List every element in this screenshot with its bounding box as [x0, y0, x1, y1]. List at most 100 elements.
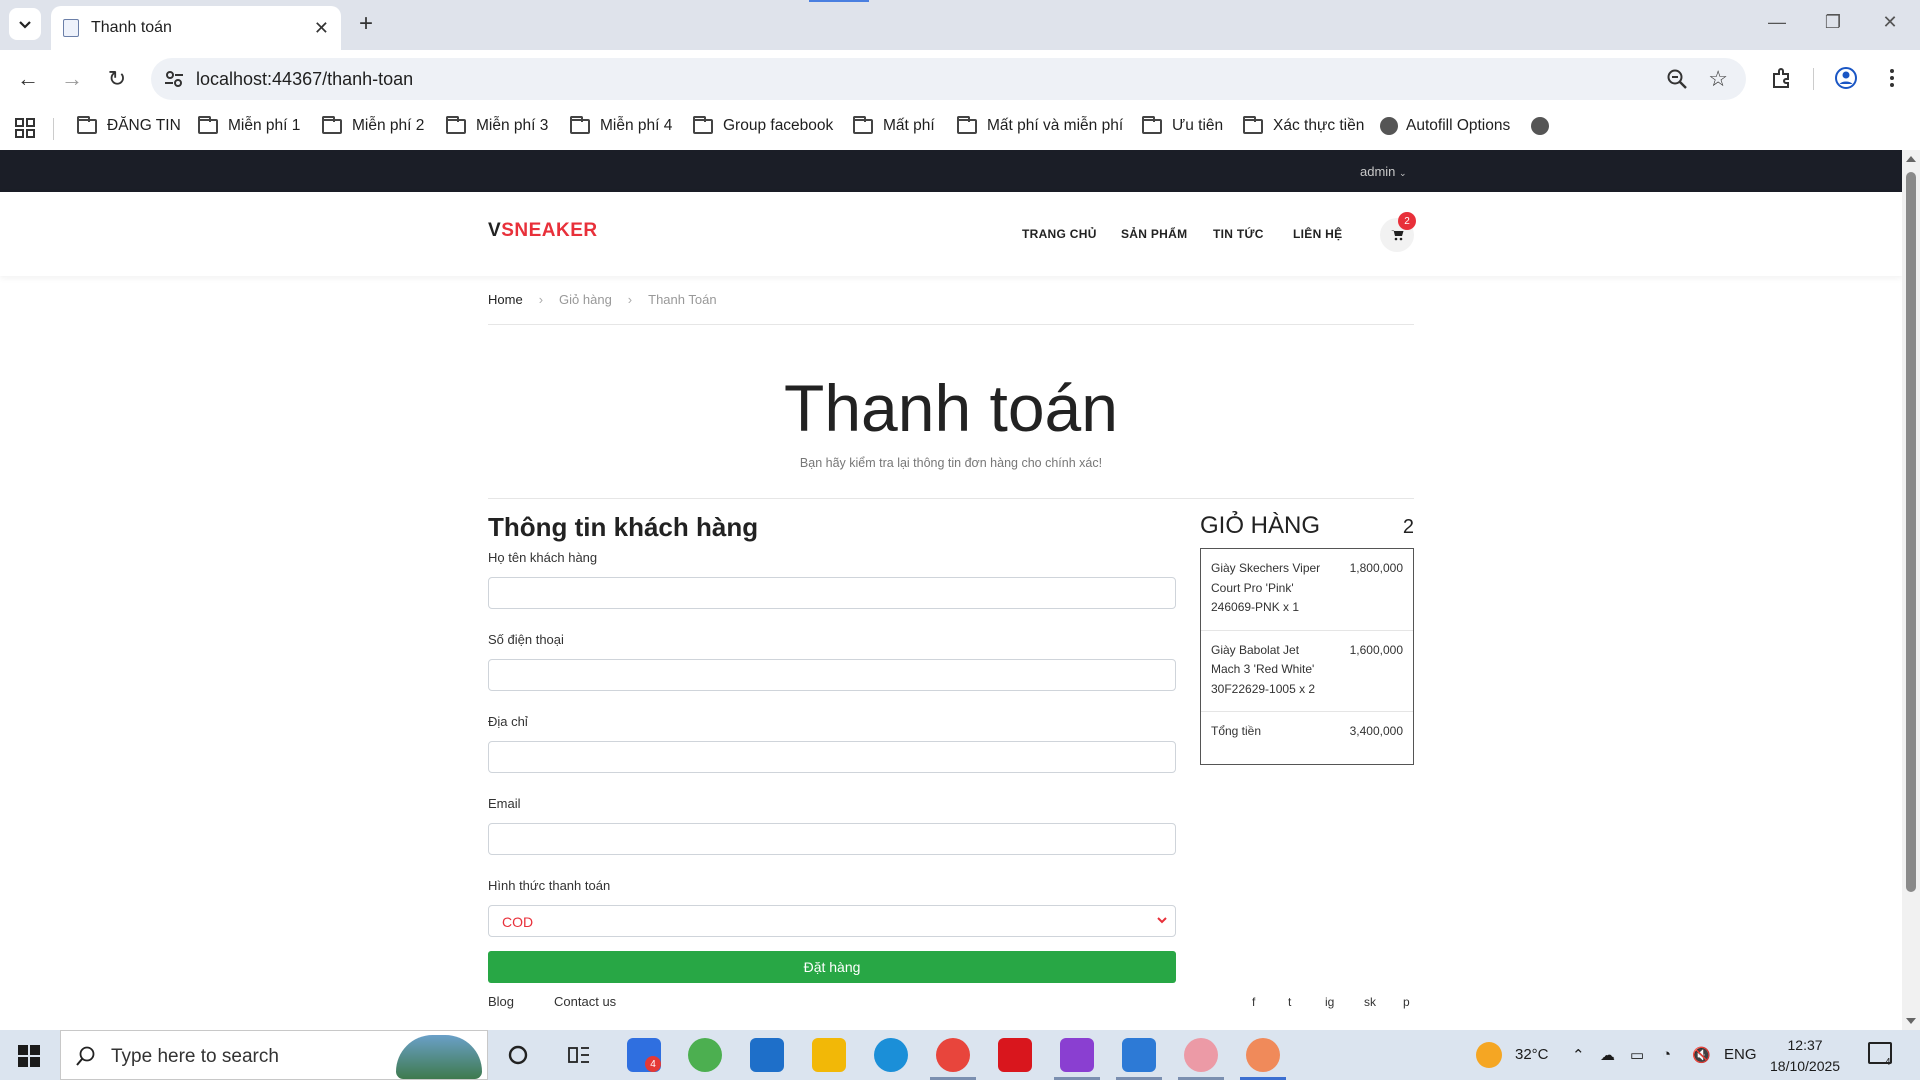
- folder-icon: [322, 115, 342, 134]
- bookmark-folder-xac-thuc-tien[interactable]: Xác thực tiền: [1243, 115, 1364, 135]
- page-title: Thanh toán: [784, 371, 1118, 445]
- site-settings-icon[interactable]: [163, 68, 185, 90]
- taskbar-clock[interactable]: 12:37 18/10/2025: [1770, 1035, 1840, 1077]
- scroll-up-icon[interactable]: [1906, 156, 1916, 162]
- cart-header: GIỎ HÀNG 2: [1200, 512, 1414, 540]
- page-scrollbar[interactable]: [1902, 150, 1920, 1030]
- bookmark-folder-mien-phi-2[interactable]: Miễn phí 2: [322, 115, 424, 135]
- bookmark-folder-mat-phi-va-mien-phi[interactable]: Mất phí và miễn phí: [957, 115, 1123, 135]
- phone-input[interactable]: [488, 659, 1176, 691]
- bookmark-folder-mien-phi-3[interactable]: Miễn phí 3: [446, 115, 548, 135]
- browser-tab-active[interactable]: Thanh toán ✕: [51, 6, 341, 50]
- bookmark-folder-mien-phi-1[interactable]: Miễn phí 1: [198, 115, 300, 135]
- payment-method-label: Hình thức thanh toán: [488, 878, 611, 893]
- show-hidden-icons-icon[interactable]: ⌃: [1572, 1046, 1585, 1064]
- bookmark-folder-mien-phi-4[interactable]: Miễn phí 4: [570, 115, 672, 135]
- scrollbar-thumb[interactable]: [1906, 172, 1916, 892]
- url-text[interactable]: localhost:44367/thanh-toan: [196, 69, 413, 90]
- skype-icon[interactable]: sk: [1364, 995, 1376, 1009]
- browser-toolbar: ← → ↻ localhost:44367/thanh-toan ☆: [0, 50, 1920, 108]
- weather-icon[interactable]: [1476, 1042, 1502, 1068]
- onedrive-icon[interactable]: ☁: [1600, 1046, 1615, 1064]
- restore-window-icon[interactable]: ❐: [1813, 12, 1853, 33]
- volume-muted-icon[interactable]: 🔇: [1692, 1046, 1711, 1064]
- breadcrumb-separator: ›: [538, 292, 544, 307]
- wps-office-icon[interactable]: [998, 1038, 1032, 1072]
- scroll-down-icon[interactable]: [1906, 1018, 1916, 1024]
- minimize-window-icon[interactable]: —: [1757, 12, 1797, 33]
- design-app-icon[interactable]: [1184, 1038, 1218, 1072]
- cart-item-row: Giày Skechers Viper Court Pro 'Pink' 246…: [1201, 549, 1413, 631]
- cortana-icon[interactable]: [507, 1044, 529, 1066]
- weather-temperature[interactable]: 32°C: [1515, 1046, 1549, 1063]
- battery-icon[interactable]: ▭: [1630, 1046, 1644, 1064]
- bookmark-folder-dang-tin[interactable]: ĐĂNG TIN: [77, 115, 181, 135]
- email-label: Email: [488, 796, 521, 811]
- footer-link-contact[interactable]: Contact us: [554, 994, 616, 1009]
- bookmark-folder-mat-phi[interactable]: Mất phí: [853, 115, 935, 135]
- wifi-icon[interactable]: ◔: [1662, 1046, 1671, 1063]
- payment-method-select[interactable]: COD: [488, 905, 1176, 937]
- breadcrumb-separator: ›: [627, 292, 633, 307]
- more-menu-icon[interactable]: [1880, 66, 1904, 90]
- place-order-button[interactable]: Đặt hàng: [488, 951, 1176, 983]
- pinterest-icon[interactable]: p: [1403, 995, 1410, 1009]
- bookmark-autofill-options[interactable]: Autofill Options: [1380, 117, 1510, 135]
- edge-browser-icon[interactable]: [874, 1038, 908, 1072]
- facebook-icon[interactable]: f: [1252, 995, 1255, 1009]
- bookmark-folder-uu-tien[interactable]: Ưu tiên: [1142, 115, 1223, 135]
- breadcrumb: Home › Giỏ hàng › Thanh Toán: [488, 292, 717, 307]
- close-window-icon[interactable]: ✕: [1870, 12, 1910, 33]
- mail-icon[interactable]: [750, 1038, 784, 1072]
- admin-menu[interactable]: admin ⌄: [1360, 164, 1407, 179]
- chevron-down-icon: [1157, 917, 1167, 924]
- address-bar[interactable]: localhost:44367/thanh-toan ☆: [151, 58, 1746, 100]
- apps-grid-icon[interactable]: [14, 117, 36, 139]
- site-logo[interactable]: VSNEAKER: [488, 220, 598, 242]
- visual-studio-icon[interactable]: [1060, 1038, 1094, 1072]
- bookmark-folder-group-facebook[interactable]: Group facebook: [693, 115, 833, 135]
- breadcrumb-cart[interactable]: Giỏ hàng: [559, 292, 612, 307]
- task-view-icon[interactable]: [567, 1044, 591, 1066]
- cart-title: GIỎ HÀNG: [1200, 512, 1321, 539]
- profile-icon[interactable]: [1834, 66, 1858, 90]
- instagram-icon[interactable]: ig: [1325, 995, 1334, 1009]
- new-tab-button[interactable]: +: [352, 10, 380, 38]
- footer-link-blog[interactable]: Blog: [488, 994, 514, 1009]
- bookmark-star-icon[interactable]: ☆: [1708, 66, 1728, 92]
- extensions-icon[interactable]: [1770, 66, 1794, 90]
- forward-arrow-icon[interactable]: →: [56, 63, 88, 95]
- reload-icon[interactable]: ↻: [101, 63, 133, 95]
- windows-start-icon[interactable]: [18, 1045, 40, 1067]
- breadcrumb-home[interactable]: Home: [488, 292, 523, 307]
- input-language[interactable]: ENG: [1724, 1046, 1757, 1063]
- folder-icon: [570, 115, 590, 134]
- nav-tin-tuc[interactable]: TIN TỨC: [1213, 227, 1264, 241]
- folder-icon: [77, 115, 97, 134]
- nav-lien-he[interactable]: LIÊN HỆ: [1293, 227, 1342, 241]
- nav-san-pham[interactable]: SẢN PHẨM: [1121, 227, 1187, 241]
- bookmark-globe[interactable]: [1531, 117, 1557, 135]
- address-input[interactable]: [488, 741, 1176, 773]
- green-app-icon[interactable]: [688, 1038, 722, 1072]
- admin-topbar: admin ⌄: [0, 150, 1902, 192]
- globe-icon: [1380, 117, 1398, 135]
- snipping-tool-icon[interactable]: [1246, 1038, 1280, 1072]
- nav-trang-chu[interactable]: TRANG CHỦ: [1022, 227, 1097, 241]
- file-explorer-icon[interactable]: [812, 1038, 846, 1072]
- taskbar-search[interactable]: Type here to search: [60, 1030, 488, 1080]
- search-highlight-image: [396, 1035, 482, 1079]
- twitter-icon[interactable]: t: [1288, 995, 1291, 1009]
- tab-search-button[interactable]: [9, 8, 41, 40]
- cart-item-count: 2: [1402, 516, 1414, 538]
- close-tab-icon[interactable]: ✕: [314, 18, 329, 39]
- folder-icon: [1142, 115, 1162, 134]
- sql-server-icon[interactable]: [1122, 1038, 1156, 1072]
- windows-taskbar: Type here to search 4 32°C ⌃ ☁ ▭ ◔ 🔇 ENG…: [0, 1030, 1920, 1080]
- zoom-out-icon[interactable]: [1666, 68, 1688, 90]
- name-input[interactable]: [488, 577, 1176, 609]
- email-input[interactable]: [488, 823, 1176, 855]
- chrome-browser-icon[interactable]: [936, 1038, 970, 1072]
- back-arrow-icon[interactable]: ←: [12, 63, 44, 95]
- folder-icon: [446, 115, 466, 134]
